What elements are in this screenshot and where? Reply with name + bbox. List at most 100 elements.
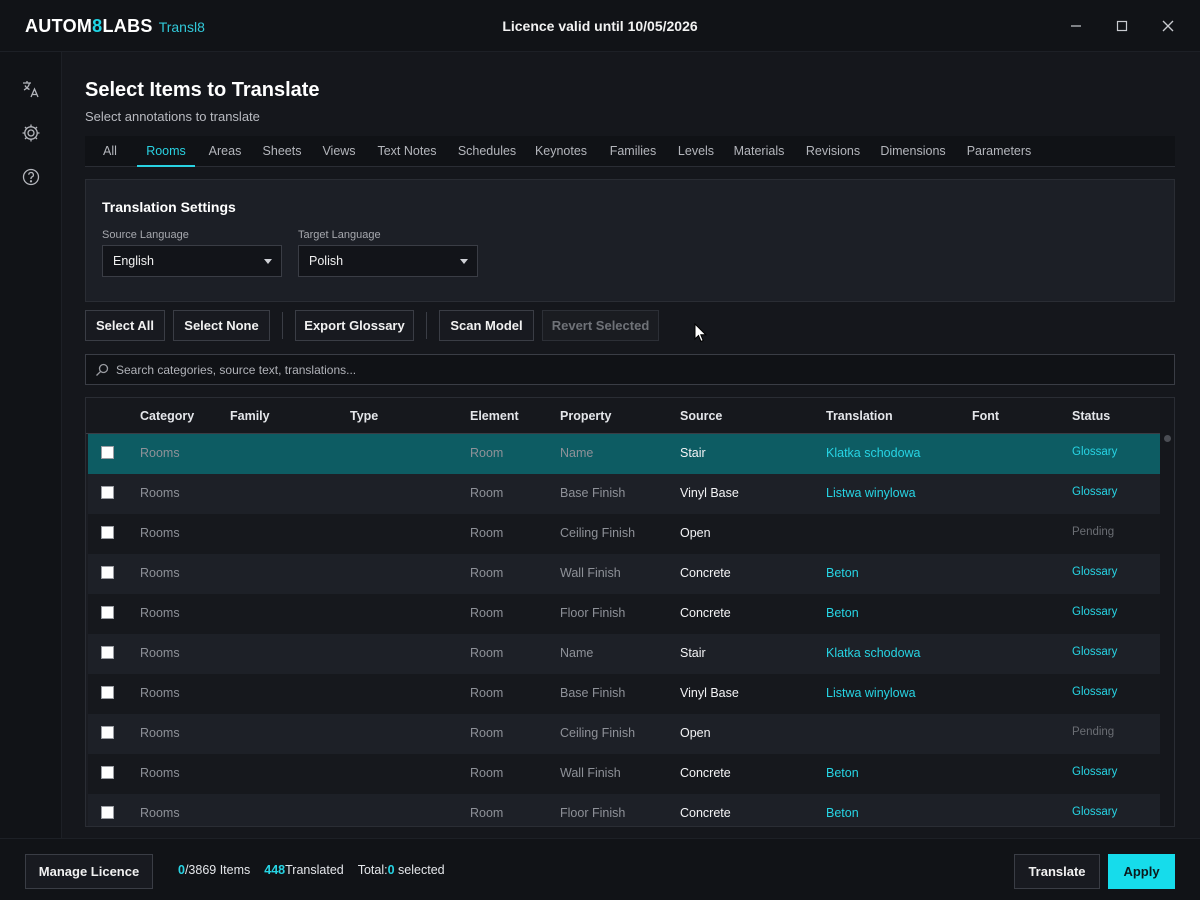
tab-rooms[interactable]: Rooms [137,136,195,167]
tab-revisions[interactable]: Revisions [800,136,866,167]
tab-views[interactable]: Views [317,136,361,167]
column-header-source[interactable]: Source [680,409,722,423]
column-header-status[interactable]: Status [1072,409,1110,423]
translated-label: Translated [285,863,344,877]
cell-translation: Listwa winylowa [826,686,916,700]
translate-icon[interactable] [20,78,42,100]
tab-keynotes[interactable]: Keynotes [530,136,592,167]
cell-translation: Klatka schodowa [826,646,921,660]
cell-translation: Beton [826,566,859,580]
select-all-button[interactable]: Select All [85,310,165,341]
category-tabs: All Rooms Areas Sheets Views Text Notes … [85,136,1175,167]
search-bar[interactable]: Search categories, source text, translat… [85,354,1175,385]
table-row[interactable]: Rooms Room Name Stair Klatka schodowa Glossar… [88,634,1160,674]
column-header-element[interactable]: Element [470,409,519,423]
column-header-font[interactable]: Font [972,409,999,423]
cell-status: Glossary [1072,766,1118,778]
cell-property: Wall Finish [560,566,621,580]
column-header-category[interactable]: Category [140,409,194,423]
cell-source: Concrete [680,766,731,780]
table-row[interactable]: Rooms Room Floor Finish Concrete Beton Glossa… [88,794,1160,826]
cell-translation: Klatka schodowa [826,446,921,460]
table-row[interactable]: Rooms Room Name Stair Klatka schodowa Glossar… [88,434,1160,474]
tab-parameters[interactable]: Parameters [961,136,1037,167]
row-checkbox[interactable] [101,486,114,499]
tab-all[interactable]: All [93,136,127,167]
maximize-icon[interactable] [1110,14,1134,38]
row-checkbox[interactable] [101,686,114,699]
cell-category: Rooms [140,446,180,460]
chevron-down-icon [264,259,272,264]
cell-status: Pending [1072,726,1115,738]
apply-button[interactable]: Apply [1108,854,1175,889]
chevron-down-icon [460,259,468,264]
help-icon[interactable] [20,166,42,188]
tab-dimensions[interactable]: Dimensions [875,136,951,167]
cell-category: Rooms [140,606,180,620]
cell-category: Rooms [140,526,180,540]
cell-property: Ceiling Finish [560,726,636,740]
tab-sheets[interactable]: Sheets [256,136,308,167]
cell-element: Room [470,486,504,500]
row-checkbox[interactable] [101,806,114,819]
table-row[interactable]: Rooms Room Base Finish Vinyl Base Listwa win… [88,674,1160,714]
source-language-label: Source Language [102,229,189,241]
total-label: Total: [357,863,388,877]
revert-selected-button[interactable]: Revert Selected [542,310,659,341]
cell-source: Concrete [680,806,731,820]
cell-element: Room [470,686,504,700]
table-scrollbar[interactable] [1160,398,1174,826]
cell-category: Rooms [140,726,180,740]
row-checkbox[interactable] [101,606,114,619]
target-language-select[interactable]: Polish [298,245,478,277]
scan-model-button[interactable]: Scan Model [439,310,534,341]
table-row[interactable]: Rooms Room Ceiling Finish Open Pending [88,714,1160,754]
select-none-button[interactable]: Select None [173,310,270,341]
column-header-type[interactable]: Type [350,409,378,423]
row-checkbox[interactable] [101,766,114,779]
table-row[interactable]: Rooms Room Ceiling Finish Open Pending [88,514,1160,554]
close-icon[interactable] [1156,14,1180,38]
cell-property: Floor Finish [560,806,626,820]
target-language-value: Polish [309,254,344,268]
cell-element: Room [470,606,504,620]
tab-areas[interactable]: Areas [202,136,248,167]
cell-element: Room [470,806,504,820]
table-row[interactable]: Rooms Room Wall Finish Concrete Beton Glossar… [88,554,1160,594]
row-checkbox[interactable] [101,446,114,459]
row-checkbox[interactable] [101,646,114,659]
manage-licence-button[interactable]: Manage Licence [25,854,153,889]
page-subtitle: Select annotations to translate [85,109,260,124]
sidebar [0,52,62,838]
cell-element: Room [470,646,504,660]
row-checkbox[interactable] [101,566,114,579]
minimize-icon[interactable] [1064,14,1088,38]
settings-title: Translation Settings [102,199,236,215]
table-row[interactable]: Rooms Room Wall Finish Concrete Beton Glossar… [88,754,1160,794]
tab-materials[interactable]: Materials [727,136,791,167]
scrollbar-thumb[interactable] [1164,435,1171,442]
mouse-cursor-icon [694,323,708,343]
gear-icon[interactable] [20,122,42,144]
tab-text-notes[interactable]: Text Notes [370,136,444,167]
export-glossary-button[interactable]: Export Glossary [295,310,414,341]
cell-source: Concrete [680,606,731,620]
translate-button[interactable]: Translate [1014,854,1100,889]
cell-element: Room [470,566,504,580]
tab-families[interactable]: Families [602,136,664,167]
column-header-translation[interactable]: Translation [826,409,893,423]
row-checkbox[interactable] [101,526,114,539]
column-header-family[interactable]: Family [230,409,270,423]
search-input[interactable]: Search categories, source text, translat… [116,363,356,377]
tab-schedules[interactable]: Schedules [453,136,521,167]
row-checkbox[interactable] [101,726,114,739]
cell-translation: Beton [826,806,859,820]
page-title: Select Items to Translate [85,79,320,101]
column-header-property[interactable]: Property [560,409,611,423]
tab-levels[interactable]: Levels [674,136,718,167]
cell-status: Glossary [1072,566,1118,578]
table-row[interactable]: Rooms Room Floor Finish Concrete Beton Glossa… [88,594,1160,634]
source-language-select[interactable]: English [102,245,282,277]
table-row[interactable]: Rooms Room Base Finish Vinyl Base Listwa win… [88,474,1160,514]
toolbar-divider [426,312,427,339]
